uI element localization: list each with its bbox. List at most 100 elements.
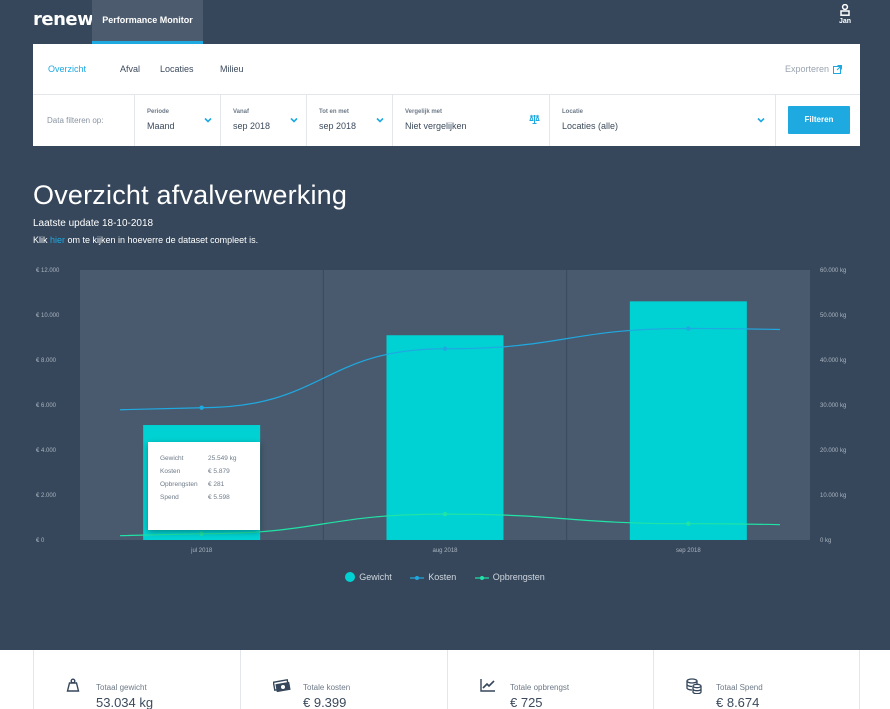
legend-item-opbrengsten[interactable]: Opbrengsten (474, 571, 545, 582)
chart-svg: € 0 € 2.000 € 4.000 € 6.000 € 8.000 € 10.000 €… (36, 268, 846, 554)
stat-label: Totale opbrengst (510, 683, 570, 692)
stat-total-revenue: Totale opbrengst € 725 (447, 650, 653, 709)
legend-dot-icon (345, 571, 356, 582)
tab-bar: Overzicht Afval Locaties Milieu Exporter… (33, 44, 860, 95)
locatie-value: Locaties (alle) (562, 121, 619, 131)
legend-line-icon (474, 575, 489, 580)
point-kosten (686, 326, 691, 331)
coins-icon (686, 678, 702, 694)
stat-value: € 9.399 (303, 695, 347, 709)
top-bar: renewi Performance Monitor Jan (0, 0, 890, 44)
tooltip-key: Spend (160, 494, 179, 501)
y-tick-label-right: 20.000 kg (820, 448, 846, 454)
tooltip-value: € 281 (208, 481, 225, 488)
bar-gewicht (629, 301, 747, 540)
tab-overzicht[interactable]: Overzicht (48, 64, 86, 74)
stat-label: Totaal Spend (716, 683, 763, 692)
filter-bar: Data filteren op: Periode Maand Vanaf se… (33, 95, 860, 146)
tooltip-key: Opbrengsten (160, 481, 198, 488)
y-tick-label-left: € 0 (36, 538, 45, 544)
legend-line-icon (410, 575, 425, 580)
y-tick-label-right: 30.000 kg (820, 403, 846, 409)
stat-total-costs: Totale kosten € 9.399 (240, 650, 447, 709)
periode-label: Periode (147, 109, 170, 115)
x-tick-label: sep 2018 (676, 548, 701, 554)
y-tick-label-left: € 8.000 (36, 358, 57, 364)
tooltip-key: Gewicht (160, 455, 184, 462)
vergelijk-label: Vergelijk met (405, 109, 443, 115)
compare-icon (529, 114, 540, 124)
export-label: Exporteren (785, 64, 830, 74)
stat-value: € 725 (510, 695, 543, 709)
y-tick-label-left: € 4.000 (36, 448, 57, 454)
stat-total-weight: Totaal gewicht 53.034 kg (33, 650, 240, 709)
x-tick-label: jul 2018 (190, 548, 213, 554)
tot-en-met-select[interactable]: Tot en met sep 2018 (307, 95, 393, 146)
tooltip-row: Kosten € 5.879 (160, 465, 248, 478)
y-tick-label-right: 40.000 kg (820, 358, 846, 364)
chart-legend: Gewicht Kosten Opbrengsten (0, 571, 890, 582)
chevron-down-icon (757, 117, 765, 123)
locatie-select[interactable]: Locatie Locaties (alle) (550, 95, 776, 146)
dataset-complete-text: Klik hier om te kijken in hoeverre de da… (33, 235, 258, 245)
stat-total-spend: Totaal Spend € 8.674 (653, 650, 860, 709)
y-tick-label-right: 50.000 kg (820, 313, 846, 319)
last-update-text: Laatste update 18-10-2018 (33, 218, 154, 229)
dataset-complete-link[interactable]: hier (50, 235, 65, 245)
vergelijk-select[interactable]: Vergelijk met Niet vergelijken (393, 95, 550, 146)
tab-milieu[interactable]: Milieu (220, 64, 244, 74)
trend-chart-icon (480, 679, 495, 692)
chart-tooltip: Gewicht 25.549 kg Kosten € 5.879 Opbrengst… (148, 442, 260, 530)
vanaf-value: sep 2018 (233, 121, 271, 131)
stat-label: Totaal gewicht (96, 683, 147, 692)
y-tick-label-left: € 6.000 (36, 403, 57, 409)
locatie-label: Locatie (562, 109, 584, 115)
chevron-down-icon (290, 117, 298, 123)
tooltip-value: € 5.879 (208, 468, 230, 475)
renewi-logo[interactable]: renewi (33, 9, 99, 30)
y-tick-label-right: 60.000 kg (820, 268, 846, 274)
bar-gewicht (386, 335, 504, 540)
vanaf-select[interactable]: Vanaf sep 2018 (221, 95, 307, 146)
point-kosten (199, 405, 204, 410)
y-tick-label-left: € 12.000 (36, 268, 60, 274)
app-tab-performance-monitor[interactable]: Performance Monitor (92, 0, 203, 44)
tooltip-value: € 5.598 (208, 494, 230, 501)
legend-label-opbrengsten: Opbrengsten (492, 571, 545, 582)
tab-afval[interactable]: Afval (120, 64, 140, 74)
tooltip-row: Gewicht 25.549 kg (160, 452, 248, 465)
waste-chart: € 0 € 2.000 € 4.000 € 6.000 € 8.000 € 10.000 €… (0, 262, 890, 592)
money-icon (273, 679, 291, 692)
user-name: Jan (838, 18, 852, 25)
point-opbrengsten (199, 531, 204, 536)
tot-en-met-label: Tot en met (319, 109, 349, 115)
point-opbrengsten (442, 511, 448, 517)
y-tick-label-left: € 2.000 (36, 493, 57, 499)
user-icon (840, 4, 850, 16)
export-button[interactable]: Exporteren (785, 64, 843, 74)
page-title: Overzicht afvalverwerking (33, 180, 348, 210)
point-kosten (442, 346, 448, 351)
tab-locaties[interactable]: Locaties (160, 64, 194, 74)
tooltip-key: Kosten (160, 468, 181, 475)
stat-label: Totale kosten (303, 683, 351, 692)
periode-select[interactable]: Periode Maand (135, 95, 221, 146)
external-link-icon (833, 65, 843, 74)
tooltip-value: 25.549 kg (208, 455, 237, 462)
summary-bar: Totaal gewicht 53.034 kg Totale kosten €… (0, 650, 890, 709)
filter-intro-label: Data filteren op: (33, 95, 135, 146)
legend-item-gewicht[interactable]: Gewicht (345, 571, 392, 582)
legend-item-kosten[interactable]: Kosten (410, 572, 456, 582)
chevron-down-icon (376, 117, 384, 123)
user-menu[interactable]: Jan (830, 4, 860, 25)
vergelijk-value: Niet vergelijken (405, 121, 467, 131)
x-tick-label: aug 2018 (432, 548, 458, 554)
filter-button[interactable]: Filteren (788, 106, 850, 134)
stat-value: 53.034 kg (96, 695, 154, 709)
chevron-down-icon (204, 117, 212, 123)
weight-icon (66, 678, 80, 692)
periode-value: Maand (147, 121, 175, 131)
complete-suffix: om te kijken in hoeverre de dataset comp… (65, 235, 259, 245)
tooltip-row: Spend € 5.598 (160, 491, 248, 504)
tooltip-row: Opbrengsten € 281 (160, 478, 248, 491)
